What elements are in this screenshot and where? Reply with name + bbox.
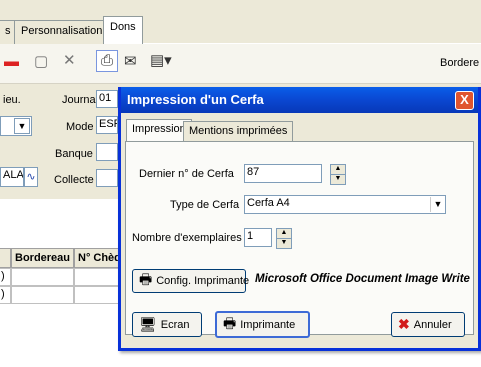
grid-header-cheque[interactable]: N° Chèq: [74, 248, 121, 268]
lieu-label: ieu.: [3, 94, 21, 106]
config-printer-button[interactable]: 🖶 Config. Imprimante: [132, 269, 250, 293]
tab-label: s: [5, 25, 11, 37]
tab-label: Mentions imprimées: [189, 125, 288, 137]
tab-label: Impression: [132, 123, 186, 135]
delete-icon[interactable]: ✕: [63, 51, 76, 71]
table-cell[interactable]: [74, 268, 120, 286]
grid-header-blank: [0, 248, 11, 268]
printer-settings-icon: 🖶: [139, 271, 153, 287]
screen-label: Ecran: [160, 318, 190, 331]
cancel-x-icon: ✖: [398, 316, 410, 332]
collecte-input[interactable]: [96, 169, 118, 187]
table-row[interactable]: ): [0, 286, 11, 304]
printer-icon: 🖶: [223, 314, 237, 331]
chevron-down-icon[interactable]: ▼: [430, 197, 445, 212]
close-icon: X: [460, 92, 469, 107]
type-cerfa-select[interactable]: Cerfa A4: [244, 195, 446, 214]
impression-panel: Dernier n° de Cerfa 87 ▲ ▼ Type de Cerfa…: [125, 141, 474, 338]
spin-up-icon[interactable]: ▲: [276, 228, 292, 239]
printer-name: Microsoft Office Document Image Write: [255, 273, 470, 285]
tab-label: Dons: [110, 21, 136, 33]
table-cell[interactable]: [11, 286, 74, 304]
table-cell[interactable]: [11, 268, 74, 286]
export-dropdown-icon[interactable]: ▤▾: [150, 51, 172, 71]
banque-input[interactable]: [96, 143, 118, 161]
print-button[interactable]: 🖶 Imprimante: [215, 311, 310, 338]
journal-input[interactable]: 01: [96, 90, 118, 108]
journal-label: Journal: [62, 94, 99, 106]
save-icon[interactable]: ▢: [34, 52, 48, 72]
close-button[interactable]: X: [455, 91, 474, 110]
last-cerfa-label: Dernier n° de Cerfa: [139, 168, 234, 180]
last-cerfa-stepper[interactable]: ▲ ▼: [330, 164, 346, 185]
last-cerfa-input[interactable]: 87: [244, 164, 322, 183]
cancel-label: Annuler: [413, 318, 452, 331]
spin-up-icon[interactable]: ▲: [330, 164, 346, 175]
copies-input[interactable]: 1: [244, 228, 272, 247]
grid-header-bordereau[interactable]: Bordereau: [11, 248, 74, 268]
copies-label: Nombre d'exemplaires: [132, 232, 242, 244]
print-icon[interactable]: ⎙: [96, 50, 118, 72]
banque-label: Banque: [55, 148, 93, 160]
screen-button[interactable]: 🖥 Ecran: [132, 312, 202, 337]
spin-down-icon[interactable]: ▼: [276, 239, 292, 249]
left-field[interactable]: ALAI: [0, 167, 24, 187]
dialog-title: Impression d'un Cerfa: [127, 92, 264, 107]
lieu-dropdown-arrow-icon[interactable]: ▼: [14, 118, 30, 134]
mode-input[interactable]: ESP: [96, 116, 118, 134]
tab-mentions-imprimees[interactable]: Mentions imprimées: [183, 121, 294, 141]
mode-label: Mode: [66, 121, 94, 133]
type-cerfa-label: Type de Cerfa: [170, 199, 240, 211]
tab-impression[interactable]: Impression: [126, 119, 192, 142]
cerfa-print-dialog: Impression d'un Cerfa X Impression Menti…: [118, 87, 481, 351]
mail-icon[interactable]: ✉: [124, 52, 137, 72]
dialog-titlebar[interactable]: Impression d'un Cerfa X: [121, 87, 478, 113]
link-icon[interactable]: ∿: [24, 167, 38, 187]
collecte-label: Collecte: [54, 174, 94, 186]
tab-dons[interactable]: Dons: [103, 16, 143, 45]
config-printer-label: Config. Imprimante: [156, 275, 250, 287]
monitor-icon: 🖥: [139, 316, 157, 332]
cancel-button[interactable]: ✖ Annuler: [391, 312, 465, 337]
copies-stepper[interactable]: ▲ ▼: [276, 228, 292, 249]
table-cell[interactable]: [74, 286, 120, 304]
bordereau-label: Bordere: [440, 57, 480, 69]
print-label: Imprimante: [240, 318, 296, 331]
table-row[interactable]: ): [0, 268, 11, 286]
tab-personnalisation[interactable]: Personnalisation: [14, 20, 110, 44]
remove-icon[interactable]: ▬: [4, 52, 19, 72]
spin-down-icon[interactable]: ▼: [330, 175, 346, 185]
tab-label: Personnalisation: [21, 25, 103, 37]
